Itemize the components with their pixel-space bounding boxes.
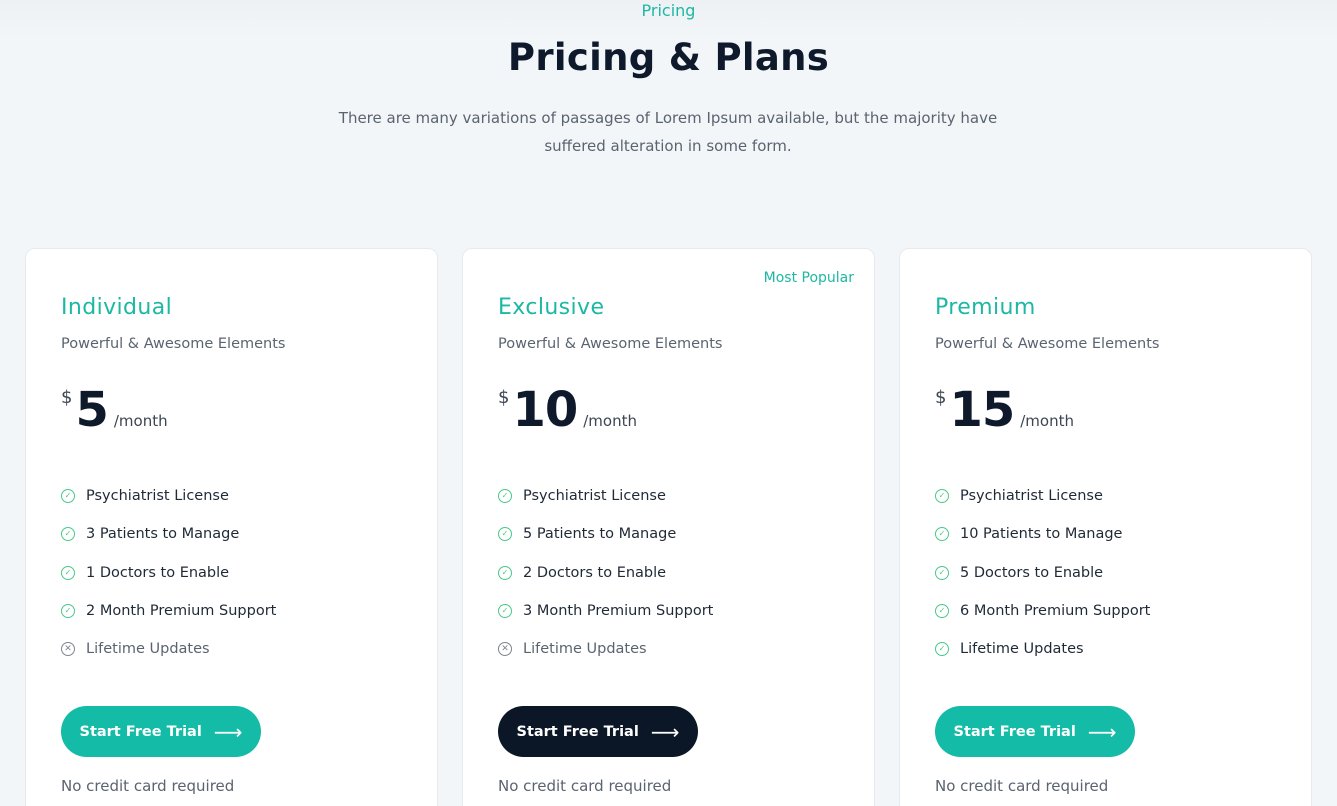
check-circle-icon: ✓ <box>935 565 949 580</box>
feature-item-disabled: ✕ Lifetime Updates <box>61 630 276 668</box>
currency-symbol: $ <box>498 387 510 408</box>
feature-text: 5 Doctors to Enable <box>960 564 1104 581</box>
plan-name: Premium <box>935 295 1036 320</box>
feature-text: Lifetime Updates <box>523 641 647 658</box>
price-amount: 5 <box>75 382 108 438</box>
feature-list: ✓ Psychiatrist License ✓ 3 Patients to Man… <box>61 477 276 668</box>
plan-description: Powerful & Awesome Elements <box>61 336 286 352</box>
feature-list: ✓ Psychiatrist License ✓ 5 Patients to Man… <box>498 477 713 668</box>
check-circle-icon: ✓ <box>935 489 949 504</box>
subtitle-line-1: There are many variations of passages of… <box>338 109 998 127</box>
feature-text: Psychiatrist License <box>960 488 1103 505</box>
price-period: /month <box>113 412 168 430</box>
check-circle-icon: ✓ <box>61 527 75 542</box>
plan-price: $ 10 /month <box>498 383 637 439</box>
subtitle-line-2: suffered alteration in some form. <box>544 137 792 155</box>
button-label: Start Free Trial <box>953 723 1076 740</box>
arrow-right-icon: ⟶ <box>650 719 680 744</box>
plan-price: $ 5 /month <box>61 383 168 439</box>
section-eyebrow: Pricing <box>641 1 696 20</box>
arrow-right-icon: ⟶ <box>1087 719 1117 744</box>
pricing-page: Pricing Pricing & Plans There are many v… <box>0 0 1337 806</box>
feature-text: Lifetime Updates <box>960 641 1084 658</box>
feature-text: 3 Month Premium Support <box>523 603 714 620</box>
feature-item: ✓ 1 Doctors to Enable <box>61 554 276 592</box>
feature-list: ✓ Psychiatrist License ✓ 10 Patients to Ma… <box>935 477 1150 668</box>
currency-symbol: $ <box>935 387 947 408</box>
button-label: Start Free Trial <box>79 723 202 740</box>
feature-item: ✓ 3 Month Premium Support <box>498 592 713 630</box>
feature-item: ✓ Psychiatrist License <box>61 477 276 515</box>
feature-item: ✓ 3 Patients to Manage <box>61 515 276 553</box>
price-amount: 10 <box>512 382 578 438</box>
feature-item: ✓ 10 Patients to Manage <box>935 515 1150 553</box>
feature-text: 10 Patients to Manage <box>960 526 1123 543</box>
check-circle-icon: ✓ <box>61 489 75 504</box>
feature-text: Psychiatrist License <box>86 488 229 505</box>
feature-text: 6 Month Premium Support <box>960 603 1151 620</box>
button-label: Start Free Trial <box>516 723 639 740</box>
price-period: /month <box>1020 412 1074 430</box>
plan-price: $ 15 /month <box>935 383 1074 439</box>
check-circle-icon: ✓ <box>498 604 512 619</box>
plan-name: Exclusive <box>498 295 605 320</box>
plan-description: Powerful & Awesome Elements <box>935 336 1160 352</box>
feature-item: ✓ 5 Doctors to Enable <box>935 554 1150 592</box>
price-amount: 15 <box>949 382 1015 438</box>
feature-text: Lifetime Updates <box>86 641 210 658</box>
check-circle-icon: ✓ <box>498 489 512 504</box>
start-free-trial-button[interactable]: Start Free Trial ⟶ <box>61 706 261 757</box>
arrow-right-icon: ⟶ <box>213 719 243 744</box>
feature-text: 1 Doctors to Enable <box>86 564 230 581</box>
no-credit-card-note: No credit card required <box>935 777 1109 795</box>
plan-card-exclusive: Most Popular Exclusive Powerful & Awesom… <box>462 248 875 806</box>
no-credit-card-note: No credit card required <box>498 777 672 795</box>
check-circle-icon: ✓ <box>935 527 949 542</box>
feature-item: ✓ Psychiatrist License <box>935 477 1150 515</box>
plan-card-premium: Premium Powerful & Awesome Elements $ 15… <box>899 248 1312 806</box>
check-circle-icon: ✓ <box>61 565 75 580</box>
plan-card-individual: Individual Powerful & Awesome Elements $… <box>25 248 438 806</box>
page-subtitle: There are many variations of passages of… <box>318 104 1018 160</box>
feature-text: Psychiatrist License <box>523 488 666 505</box>
plan-description: Powerful & Awesome Elements <box>498 336 723 352</box>
feature-text: 5 Patients to Manage <box>523 526 677 543</box>
feature-item-disabled: ✕ Lifetime Updates <box>498 630 713 668</box>
feature-item: ✓ Psychiatrist License <box>498 477 713 515</box>
check-circle-icon: ✓ <box>498 527 512 542</box>
x-circle-icon: ✕ <box>61 642 75 657</box>
feature-item: ✓ 2 Month Premium Support <box>61 592 276 630</box>
feature-item: ✓ 6 Month Premium Support <box>935 592 1150 630</box>
feature-text: 2 Doctors to Enable <box>523 564 667 581</box>
feature-text: 3 Patients to Manage <box>86 526 240 543</box>
no-credit-card-note: No credit card required <box>61 777 235 795</box>
check-circle-icon: ✓ <box>935 642 949 657</box>
feature-text: 2 Month Premium Support <box>86 603 277 620</box>
feature-item: ✓ 5 Patients to Manage <box>498 515 713 553</box>
start-free-trial-button[interactable]: Start Free Trial ⟶ <box>498 706 698 757</box>
check-circle-icon: ✓ <box>61 604 75 619</box>
check-circle-icon: ✓ <box>498 565 512 580</box>
check-circle-icon: ✓ <box>935 604 949 619</box>
page-title: Pricing & Plans <box>507 36 830 79</box>
feature-item: ✓ 2 Doctors to Enable <box>498 554 713 592</box>
feature-item: ✓ Lifetime Updates <box>935 630 1150 668</box>
most-popular-badge: Most Popular <box>763 270 854 286</box>
start-free-trial-button[interactable]: Start Free Trial ⟶ <box>935 706 1135 757</box>
currency-symbol: $ <box>61 387 73 408</box>
plan-name: Individual <box>61 295 173 320</box>
price-period: /month <box>583 412 637 430</box>
x-circle-icon: ✕ <box>498 642 512 657</box>
